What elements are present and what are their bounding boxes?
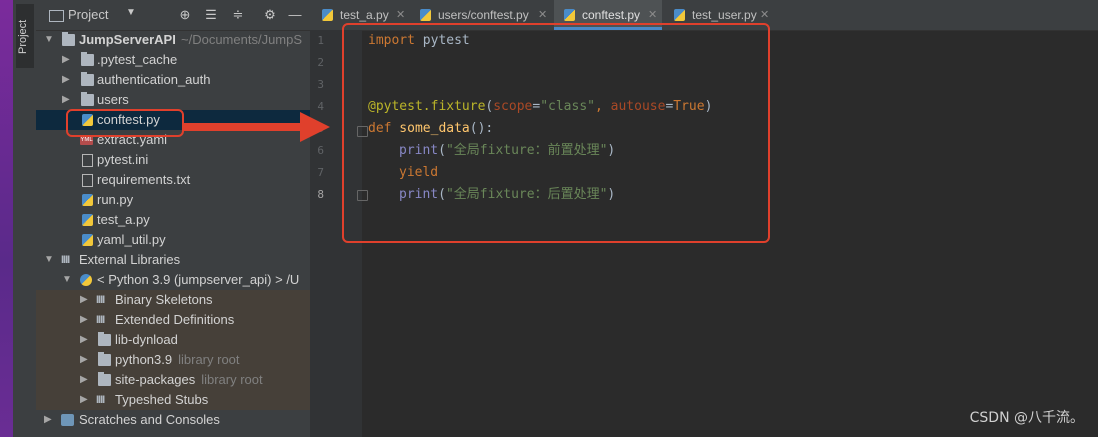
text-file-icon bbox=[82, 154, 93, 167]
project-tool-tab[interactable]: Project bbox=[16, 4, 34, 68]
tree-lib-item[interactable]: ▶ IIII Extended Definitions bbox=[36, 310, 310, 330]
chevron-right-icon[interactable]: ▶ bbox=[80, 310, 90, 330]
tree-lib-item[interactable]: ▶ IIII Binary Skeletons bbox=[36, 290, 310, 310]
tree-item-label: < Python 3.9 (jumpserver_api) > /U bbox=[97, 272, 300, 287]
tree-item-label: python3.9 bbox=[115, 352, 173, 367]
library-icon: IIII bbox=[96, 294, 105, 306]
python-file-icon bbox=[82, 194, 93, 206]
collapse-icon[interactable]: ☰ bbox=[204, 8, 218, 21]
library-icon: IIII bbox=[96, 394, 105, 406]
tree-lib-item[interactable]: ▶ IIII Typeshed Stubs bbox=[36, 390, 310, 410]
tree-item-label: .pytest_cache bbox=[97, 52, 178, 67]
tree-item[interactable]: ▶ users bbox=[36, 90, 310, 110]
project-panel: Project ▼ ⊕ ☰ ≑ ⚙ — ▼ JumpServerAPI ~/Do… bbox=[36, 0, 310, 437]
tree-item-label: Scratches and Consoles bbox=[79, 412, 220, 427]
chevron-right-icon[interactable]: ▶ bbox=[62, 70, 72, 90]
chevron-right-icon[interactable]: ▶ bbox=[80, 370, 90, 390]
python-file-icon bbox=[420, 9, 431, 21]
gear-icon[interactable]: ⚙ bbox=[263, 8, 277, 21]
tree-item-label: authentication_auth bbox=[97, 72, 211, 87]
folder-icon bbox=[98, 352, 111, 366]
tree-root[interactable]: ▼ JumpServerAPI ~/Documents/JumpS bbox=[36, 30, 310, 50]
tree-item-label: site-packages bbox=[115, 372, 196, 387]
chevron-right-icon[interactable]: ▶ bbox=[80, 330, 90, 350]
tree-scratches[interactable]: ▶ Scratches and Consoles bbox=[36, 410, 310, 430]
tree-item-label: lib-dynload bbox=[115, 332, 178, 347]
chevron-down-icon[interactable]: ▼ bbox=[44, 30, 54, 50]
line-number: 8 bbox=[317, 188, 324, 201]
tree-item[interactable]: pytest.ini bbox=[36, 150, 310, 170]
chevron-right-icon[interactable]: ▶ bbox=[80, 350, 90, 370]
library-root-hint: library root bbox=[201, 372, 263, 387]
tree-item[interactable]: test_a.py bbox=[36, 210, 310, 230]
tree-item-label: Extended Definitions bbox=[115, 312, 235, 327]
line-number: 1 bbox=[317, 34, 324, 47]
expand-icon[interactable]: ≑ bbox=[231, 8, 245, 21]
folder-icon bbox=[81, 92, 94, 106]
tree-python-sdk[interactable]: ▼ < Python 3.9 (jumpserver_api) > /U bbox=[36, 270, 310, 290]
desktop-edge bbox=[0, 0, 13, 437]
watermark: CSDN @八千流。 bbox=[969, 410, 1084, 426]
minimize-icon[interactable]: — bbox=[288, 8, 302, 21]
tree-item-label: Typeshed Stubs bbox=[115, 392, 209, 407]
chevron-right-icon[interactable]: ▶ bbox=[80, 290, 90, 310]
chevron-down-icon[interactable]: ▼ bbox=[44, 250, 54, 270]
text-file-icon bbox=[82, 174, 93, 187]
panel-folder-icon bbox=[49, 10, 64, 22]
python-file-icon bbox=[322, 9, 333, 21]
chevron-down-icon[interactable]: ▼ bbox=[126, 7, 136, 18]
library-root-hint: library root bbox=[178, 352, 240, 367]
library-icon: IIII bbox=[96, 314, 105, 326]
chevron-down-icon[interactable]: ▼ bbox=[62, 270, 72, 290]
panel-title[interactable]: Project bbox=[68, 7, 108, 22]
chevron-right-icon[interactable]: ▶ bbox=[62, 50, 72, 70]
tree-lib-item[interactable]: ▶ site-packages library root bbox=[36, 370, 310, 390]
tree-item-label: pytest.ini bbox=[97, 152, 149, 167]
line-number: 3 bbox=[317, 78, 324, 91]
line-number: 7 bbox=[317, 166, 324, 179]
chevron-right-icon[interactable]: ▶ bbox=[62, 90, 72, 110]
tree-lib-item[interactable]: ▶ python3.9 library root bbox=[36, 350, 310, 370]
chevron-right-icon[interactable]: ▶ bbox=[80, 390, 90, 410]
python-file-icon bbox=[82, 234, 93, 246]
chevron-right-icon[interactable]: ▶ bbox=[44, 410, 54, 430]
project-tool-tab-label: Project bbox=[17, 19, 29, 54]
folder-icon bbox=[81, 72, 94, 86]
python-file-icon bbox=[564, 9, 575, 21]
tree-item[interactable]: ▶ authentication_auth bbox=[36, 70, 310, 90]
tree-item-label: requirements.txt bbox=[97, 172, 191, 187]
scratches-icon bbox=[61, 414, 74, 426]
tree-item-label: Binary Skeletons bbox=[115, 292, 213, 307]
tree-item-label: users bbox=[97, 92, 129, 107]
tree-item-label: External Libraries bbox=[79, 252, 181, 267]
project-panel-header: Project ▼ ⊕ ☰ ≑ ⚙ — bbox=[36, 0, 310, 31]
root-name: JumpServerAPI bbox=[79, 32, 176, 47]
folder-icon bbox=[98, 332, 111, 346]
python-file-icon bbox=[674, 9, 685, 21]
tree-item-label: run.py bbox=[97, 192, 134, 207]
line-number: 6 bbox=[317, 144, 324, 157]
yaml-file-icon: YML bbox=[80, 136, 93, 145]
library-icon: IIII bbox=[61, 254, 70, 266]
root-path: ~/Documents/JumpS bbox=[181, 32, 303, 47]
annotation-arrow-icon bbox=[184, 112, 330, 142]
annotation-box-code bbox=[342, 23, 770, 243]
folder-icon bbox=[81, 52, 94, 66]
annotation-box-file bbox=[66, 109, 184, 137]
tree-item-label: test_a.py bbox=[97, 212, 150, 227]
folder-icon bbox=[62, 32, 75, 46]
tree-item[interactable]: yaml_util.py bbox=[36, 230, 310, 250]
tree-item[interactable]: ▶ .pytest_cache bbox=[36, 50, 310, 70]
python-sdk-icon bbox=[80, 274, 92, 286]
tree-item[interactable]: requirements.txt bbox=[36, 170, 310, 190]
tree-lib-item[interactable]: ▶ lib-dynload bbox=[36, 330, 310, 350]
tree-external-libraries[interactable]: ▼ IIII External Libraries bbox=[36, 250, 310, 270]
python-file-icon bbox=[82, 214, 93, 226]
tree-item[interactable]: run.py bbox=[36, 190, 310, 210]
tree-item-label: yaml_util.py bbox=[97, 232, 166, 247]
crosshair-icon[interactable]: ⊕ bbox=[178, 8, 192, 21]
folder-icon bbox=[98, 372, 111, 386]
line-number: 2 bbox=[317, 56, 324, 69]
